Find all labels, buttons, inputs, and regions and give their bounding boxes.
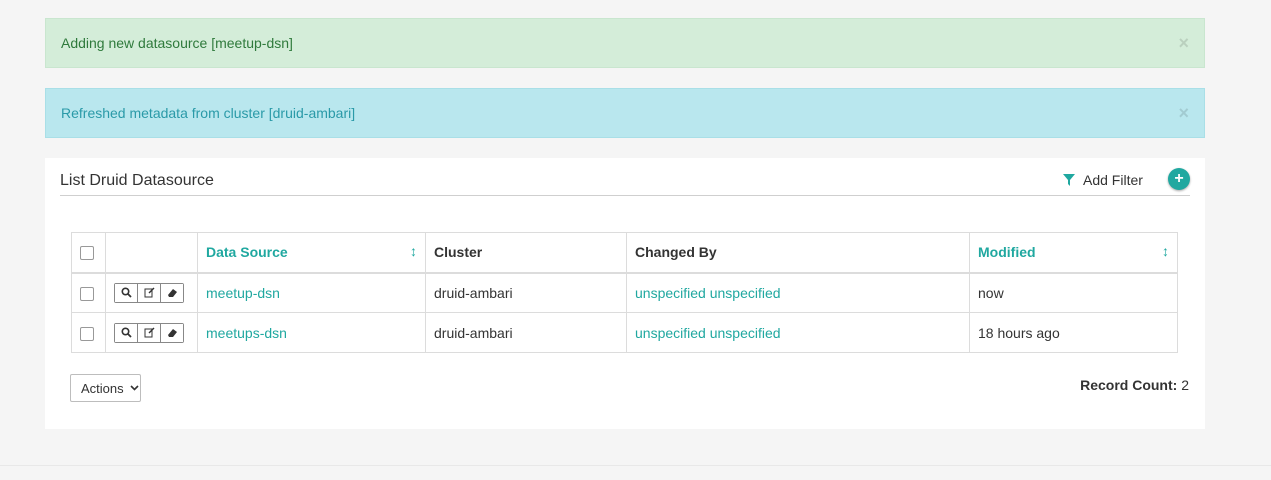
close-icon[interactable]: ×	[1178, 103, 1189, 124]
edit-icon	[144, 287, 154, 298]
actions-header	[105, 232, 198, 274]
delete-button[interactable]	[161, 283, 183, 302]
edit-button[interactable]	[138, 323, 161, 342]
sort-icon[interactable]: ↕	[1162, 243, 1169, 259]
row-actions-cell	[105, 272, 198, 313]
add-filter-label: Add Filter	[1083, 172, 1143, 188]
row-actions-cell	[105, 312, 198, 353]
table-row: meetup-dsn druid-ambari unspecified unsp…	[71, 272, 1178, 313]
select-all-header	[71, 232, 106, 274]
row-checkbox[interactable]	[80, 286, 94, 301]
data-source-cell[interactable]: meetups-dsn	[197, 312, 426, 353]
row-action-buttons	[114, 282, 184, 303]
search-icon	[120, 327, 132, 338]
record-count: Record Count: 2	[1080, 377, 1189, 393]
success-alert: Adding new datasource [meetup-dsn] ×	[45, 18, 1205, 68]
row-select-cell	[71, 272, 106, 313]
column-header-cluster: Cluster	[425, 232, 627, 274]
info-alert-text: Refreshed metadata from cluster [druid-a…	[61, 105, 356, 121]
select-all-checkbox[interactable]	[80, 246, 94, 261]
panel-title: List Druid Datasource	[60, 172, 214, 189]
modified-cell: now	[969, 272, 1178, 313]
edit-button[interactable]	[138, 283, 161, 302]
page-footer-divider	[0, 465, 1271, 466]
changed-by-cell[interactable]: unspecified unspecified	[626, 312, 970, 353]
data-source-link[interactable]: meetups-dsn	[206, 325, 287, 341]
datasource-table: Data Source ↕ Cluster Changed By Modifie…	[71, 232, 1178, 353]
changed-by-link[interactable]: unspecified unspecified	[635, 325, 781, 341]
record-count-label: Record Count:	[1080, 377, 1178, 393]
eraser-icon	[167, 289, 177, 298]
row-select-cell	[71, 312, 106, 353]
table-row: meetups-dsn druid-ambari unspecified uns…	[71, 312, 1178, 353]
row-action-buttons	[114, 322, 184, 343]
actions-label: Actions	[81, 380, 124, 396]
data-source-cell[interactable]: meetup-dsn	[197, 272, 426, 313]
edit-icon	[144, 327, 154, 338]
row-checkbox[interactable]	[80, 326, 94, 341]
filter-icon	[1063, 174, 1075, 186]
delete-button[interactable]	[161, 323, 183, 342]
modified-cell: 18 hours ago	[969, 312, 1178, 353]
column-header-changed-by: Changed By	[626, 232, 970, 274]
chevron-down-icon	[130, 385, 139, 391]
column-header-data-source[interactable]: Data Source ↕	[197, 232, 426, 274]
search-icon	[120, 287, 132, 298]
cluster-cell: druid-ambari	[425, 272, 627, 313]
view-button[interactable]	[115, 283, 138, 302]
add-datasource-button[interactable]: +	[1168, 168, 1190, 190]
info-alert: Refreshed metadata from cluster [druid-a…	[45, 88, 1205, 138]
add-filter-button[interactable]: Add Filter	[1063, 172, 1143, 188]
eraser-icon	[167, 329, 177, 337]
datasource-panel: List Druid Datasource Add Filter + Data …	[45, 158, 1205, 429]
actions-dropdown[interactable]: Actions	[70, 374, 141, 402]
record-count-value: 2	[1181, 377, 1189, 393]
changed-by-link[interactable]: unspecified unspecified	[635, 285, 781, 301]
changed-by-cell[interactable]: unspecified unspecified	[626, 272, 970, 313]
view-button[interactable]	[115, 323, 138, 342]
table-header-row: Data Source ↕ Cluster Changed By Modifie…	[71, 232, 1178, 274]
sort-icon[interactable]: ↕	[410, 243, 417, 259]
close-icon[interactable]: ×	[1178, 33, 1189, 54]
success-alert-text: Adding new datasource [meetup-dsn]	[61, 35, 293, 51]
panel-divider	[60, 195, 1190, 196]
data-source-link[interactable]: meetup-dsn	[206, 285, 280, 301]
cluster-cell: druid-ambari	[425, 312, 627, 353]
column-header-modified[interactable]: Modified ↕	[969, 232, 1178, 274]
